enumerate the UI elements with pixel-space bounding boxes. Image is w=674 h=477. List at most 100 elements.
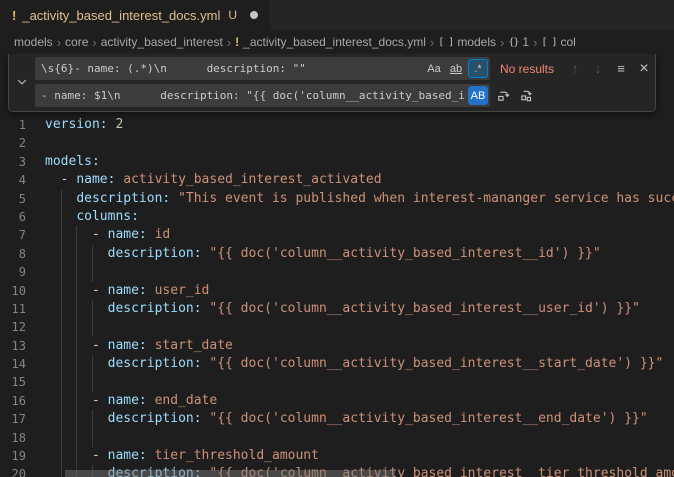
editor-tab[interactable]: ! _activity_based_interest_docs.yml U	[0, 0, 270, 30]
horizontal-scrollbar[interactable]	[65, 470, 395, 477]
code-line[interactable]: 14 description: "{{ doc('column__activit…	[0, 355, 674, 373]
code-token: "{{ doc('column__activity_based_interest…	[209, 246, 600, 261]
replace-row: - name: $1\n description: "{{ doc('colum…	[35, 84, 651, 107]
code-token: "{{ doc('column__activity_based_interest…	[209, 411, 647, 426]
breadcrumb-item[interactable]: !_activity_based_interest_docs.yml	[235, 35, 426, 49]
code-token: "{{ doc('column__activity_based_interest…	[209, 301, 639, 316]
code-token	[147, 283, 155, 298]
breadcrumb-item[interactable]: [ ]models	[438, 35, 496, 49]
replace-icon	[496, 88, 511, 103]
git-status-badge: U	[228, 8, 237, 22]
code-line[interactable]: 15	[0, 373, 674, 391]
code-line[interactable]: 13 - name: start_date	[0, 337, 674, 355]
line-number: 9	[0, 263, 26, 281]
code-token: name:	[76, 172, 115, 187]
indent-guide	[61, 208, 62, 226]
breadcrumb-label: core	[65, 35, 88, 49]
vscode-window: ! _activity_based_interest_docs.yml U mo…	[0, 0, 674, 477]
breadcrumb-item[interactable]: models	[14, 35, 53, 49]
code-line[interactable]: 11 description: "{{ doc('column__activit…	[0, 300, 674, 318]
code-token: "{{ doc('column__activity_based_interest…	[209, 356, 663, 371]
indent-guide	[61, 282, 62, 300]
find-input[interactable]: \s{6}- name: (.*)\n description: "" Aa a…	[35, 57, 490, 80]
code-line[interactable]: 2	[0, 134, 674, 152]
breadcrumb-item[interactable]: activity_based_interest	[101, 35, 223, 49]
tab-bar: ! _activity_based_interest_docs.yml U	[0, 0, 674, 30]
chevron-down-icon	[16, 76, 28, 88]
breadcrumb-item[interactable]: core	[65, 35, 88, 49]
code-token: tier_threshold_amount	[155, 448, 319, 463]
indent-guide	[92, 263, 93, 281]
indent-guide	[76, 226, 77, 244]
code-token: name:	[108, 338, 147, 353]
indent-guide	[61, 410, 62, 428]
find-in-selection-button[interactable]: ≡	[611, 59, 631, 79]
code-line[interactable]: 19 - name: tier_threshold_amount	[0, 447, 674, 465]
indent-guide	[61, 373, 62, 391]
regex-button[interactable]: .*	[468, 59, 488, 78]
indent-guide	[61, 337, 62, 355]
code-token: name:	[108, 227, 147, 242]
code-line[interactable]: 3models:	[0, 153, 674, 171]
indent-guide	[61, 429, 62, 447]
code-line[interactable]: 1version: 2	[0, 116, 674, 134]
tab-title: _activity_based_interest_docs.yml	[22, 8, 220, 23]
code-line[interactable]: 8 description: "{{ doc('column__activity…	[0, 245, 674, 263]
symbol-object-icon: {}	[508, 37, 518, 48]
code-line[interactable]: 6 columns:	[0, 208, 674, 226]
close-button[interactable]: ×	[634, 59, 654, 79]
breadcrumb-item[interactable]: {} 1	[508, 35, 529, 49]
replace-all-button[interactable]	[516, 86, 536, 106]
line-content: models:	[45, 153, 674, 171]
indent-guide	[92, 355, 93, 373]
code-line[interactable]: 12	[0, 318, 674, 336]
line-content: - name: tier_threshold_amount	[45, 447, 674, 465]
code-line[interactable]: 9	[0, 263, 674, 281]
line-content	[45, 263, 674, 281]
line-content: - name: end_date	[45, 392, 674, 410]
code-token	[147, 448, 155, 463]
replace-input[interactable]: - name: $1\n description: "{{ doc('colum…	[35, 84, 490, 107]
line-content: description: "{{ doc('column__activity_b…	[45, 410, 674, 428]
replace-button[interactable]	[493, 86, 513, 106]
indent-guide	[61, 300, 62, 318]
code-token: user_id	[155, 283, 210, 298]
line-content	[45, 429, 674, 447]
toggle-replace-button[interactable]	[9, 57, 35, 107]
line-number: 6	[0, 208, 26, 226]
code-line[interactable]: 5 description: "This event is published …	[0, 190, 674, 208]
line-content: version: 2	[45, 116, 674, 134]
code-line[interactable]: 17 description: "{{ doc('column__activit…	[0, 410, 674, 428]
find-row: \s{6}- name: (.*)\n description: "" Aa a…	[35, 57, 651, 80]
line-content	[45, 134, 674, 152]
indent-guide	[61, 263, 62, 281]
breadcrumb-label: models	[14, 35, 53, 49]
indent-guide	[61, 465, 62, 477]
breadcrumb-label: 1	[522, 35, 529, 49]
code-line[interactable]: 10 - name: user_id	[0, 282, 674, 300]
code-line[interactable]: 4 - name: activity_based_interest_activa…	[0, 171, 674, 189]
code-token: end_date	[155, 393, 218, 408]
code-line[interactable]: 7 - name: id	[0, 226, 674, 244]
code-token: "This event is published when interest-m…	[178, 191, 674, 206]
whole-word-button[interactable]: ab	[446, 59, 466, 78]
preserve-case-button[interactable]: AB	[468, 86, 488, 105]
unsaved-changes-dot[interactable]	[250, 11, 258, 19]
indent-guide	[61, 318, 62, 336]
match-case-button[interactable]: Aa	[424, 59, 444, 78]
indent-guide	[76, 429, 77, 447]
code-line[interactable]: 16 - name: end_date	[0, 392, 674, 410]
breadcrumb-item[interactable]: [ ]col	[541, 35, 575, 49]
editor-pane[interactable]: 1version: 223models:4 - name: activity_b…	[0, 54, 674, 477]
next-match-button[interactable]: ↓	[588, 59, 608, 79]
line-content: description: "{{ doc('column__activity_b…	[45, 300, 674, 318]
line-number: 13	[0, 337, 26, 355]
code-token: start_date	[155, 338, 233, 353]
indent-guide	[92, 410, 93, 428]
breadcrumb-separator: ›	[500, 35, 504, 50]
code-token: name:	[108, 393, 147, 408]
indent-guide	[76, 337, 77, 355]
previous-match-button[interactable]: ↑	[565, 59, 585, 79]
code-token: description:	[76, 191, 170, 206]
code-line[interactable]: 18	[0, 429, 674, 447]
